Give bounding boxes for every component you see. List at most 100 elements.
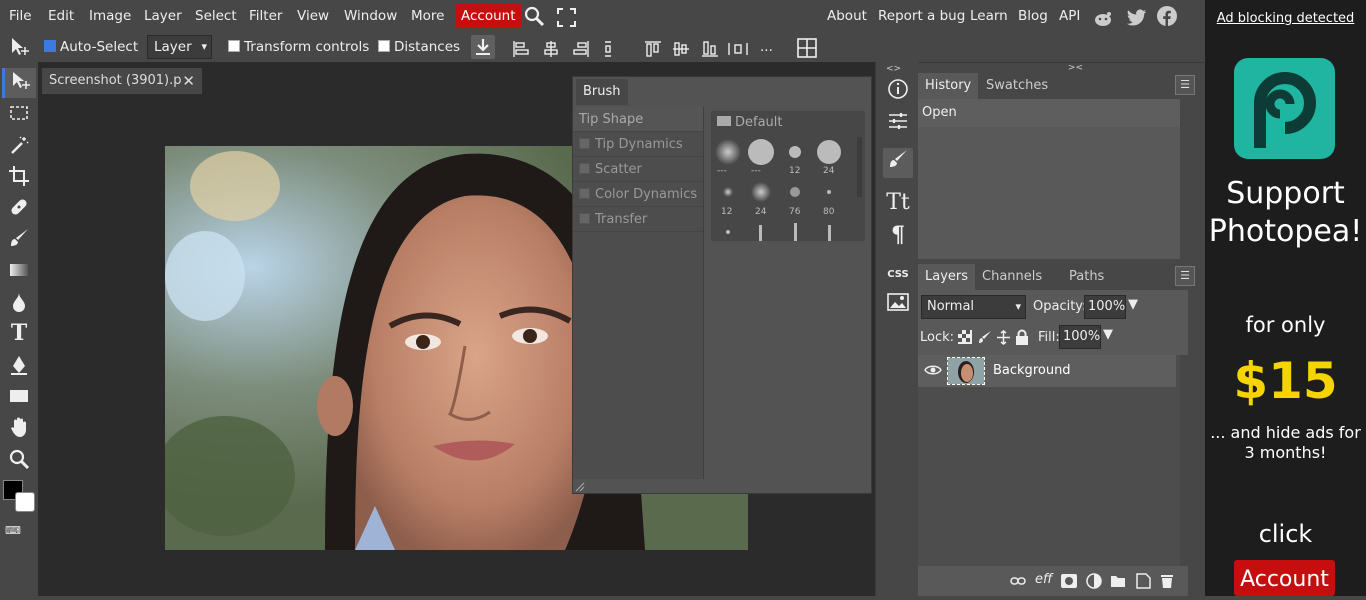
layer-row[interactable]: Background (918, 355, 1176, 387)
menu-filter[interactable]: Filter (249, 0, 282, 32)
menu-file[interactable]: File (9, 0, 32, 32)
delete-layer-icon[interactable] (1160, 573, 1174, 593)
align-bottom-icon[interactable] (701, 39, 719, 57)
tab-swatches[interactable]: Swatches (979, 73, 1055, 99)
search-icon[interactable] (524, 6, 546, 27)
expand-arrows-icon[interactable]: >< (1068, 63, 1083, 73)
tab-channels[interactable]: Channels (975, 264, 1049, 290)
info-icon[interactable] (883, 78, 913, 108)
lock-pixels-icon[interactable] (978, 330, 992, 348)
blur-tool-icon[interactable] (6, 289, 32, 315)
opacity-input[interactable]: 100% (1084, 295, 1126, 319)
brush-tool-icon[interactable] (6, 225, 32, 251)
blend-mode-select[interactable]: Normal ▾ (921, 295, 1026, 319)
facebook-icon[interactable] (1157, 6, 1177, 26)
add-mask-icon[interactable] (1061, 574, 1077, 592)
image-icon[interactable] (883, 292, 913, 322)
marquee-tool-icon[interactable] (6, 100, 32, 126)
fullscreen-icon[interactable] (557, 7, 576, 27)
menu-edit[interactable]: Edit (48, 0, 74, 32)
align-left-icon[interactable] (512, 39, 530, 57)
photopea-logo-icon[interactable] (1234, 58, 1335, 159)
zoom-tool-icon[interactable] (6, 446, 32, 472)
adjustments-icon[interactable] (883, 110, 913, 140)
menu-about[interactable]: About (827, 0, 867, 32)
gradient-tool-icon[interactable] (6, 257, 32, 283)
scrollbar[interactable] (1180, 355, 1188, 566)
menu-report-bug[interactable]: Report a bug (878, 0, 965, 32)
fill-dropdown-icon[interactable]: ▼ (1103, 327, 1113, 342)
opacity-dropdown-icon[interactable]: ▼ (1128, 297, 1138, 312)
distances-checkbox[interactable]: Distances (378, 32, 460, 62)
menu-window[interactable]: Window (344, 0, 397, 32)
close-icon[interactable]: ✕ (182, 68, 195, 94)
rectangle-tool-icon[interactable] (6, 383, 32, 409)
history-item[interactable]: Open (918, 99, 1180, 127)
checkbox-icon[interactable] (579, 213, 590, 224)
brush-tab[interactable]: Brush (576, 79, 628, 105)
grid-icon[interactable] (796, 37, 818, 59)
ad-account-button[interactable]: Account (1234, 560, 1335, 596)
distribute-h-icon[interactable] (602, 39, 620, 57)
new-layer-icon[interactable] (1135, 573, 1151, 593)
tip-shape-item[interactable]: Tip Shape (573, 107, 703, 132)
layer-select[interactable]: Layer ▾ (147, 35, 212, 59)
character-icon[interactable]: Tt (883, 188, 913, 218)
align-right-icon[interactable] (572, 39, 590, 57)
panel-menu-icon[interactable]: ☰ (1175, 75, 1195, 95)
color-dynamics-item[interactable]: Color Dynamics (573, 182, 703, 207)
account-button[interactable]: Account (456, 4, 521, 28)
tab-history[interactable]: History (918, 73, 979, 99)
keyboard-icon[interactable]: ⌨ (5, 524, 21, 537)
fill-input[interactable]: 100% (1059, 325, 1101, 349)
new-folder-icon[interactable] (1110, 574, 1126, 592)
menu-blog[interactable]: Blog (1018, 0, 1048, 32)
tip-dynamics-item[interactable]: Tip Dynamics (573, 132, 703, 157)
reddit-icon[interactable] (1093, 7, 1113, 27)
twitter-icon[interactable] (1126, 7, 1147, 27)
menu-image[interactable]: Image (89, 0, 131, 32)
auto-select-checkbox[interactable]: Auto-Select (44, 32, 138, 62)
brush-panel-icon[interactable] (883, 148, 913, 178)
adjustment-layer-icon[interactable] (1086, 573, 1102, 593)
menu-api[interactable]: API (1059, 0, 1080, 32)
type-tool-icon[interactable]: T (6, 320, 32, 346)
menu-layer[interactable]: Layer (144, 0, 182, 32)
effects-button[interactable]: eff (1035, 572, 1052, 587)
align-middle-v-icon[interactable] (672, 39, 690, 57)
collapse-arrows-icon[interactable]: <> (886, 64, 901, 74)
hand-tool-icon[interactable] (6, 414, 32, 440)
transfer-item[interactable]: Transfer (573, 207, 703, 232)
tab-paths[interactable]: Paths (1062, 264, 1111, 290)
link-layers-icon[interactable] (1010, 575, 1026, 591)
folder-default[interactable]: Default (717, 115, 783, 130)
paragraph-icon[interactable]: ¶ (883, 220, 913, 250)
document-tab[interactable]: Screenshot (3901).p ✕ (42, 68, 202, 94)
scatter-item[interactable]: Scatter (573, 157, 703, 182)
magic-wand-icon[interactable] (6, 132, 32, 158)
lock-all-icon[interactable] (1015, 329, 1029, 349)
eye-icon[interactable] (924, 363, 942, 381)
checkbox-icon[interactable] (579, 138, 590, 149)
align-top-icon[interactable] (644, 39, 662, 57)
menu-learn[interactable]: Learn (970, 0, 1008, 32)
checkbox-icon[interactable] (579, 163, 590, 174)
menu-select[interactable]: Select (195, 0, 237, 32)
adblock-link[interactable]: Ad blocking detected (1205, 10, 1366, 32)
tab-layers[interactable]: Layers (918, 264, 976, 290)
more-options-button[interactable]: ... (760, 32, 773, 62)
crop-icon[interactable] (6, 163, 32, 189)
panel-menu-icon[interactable]: ☰ (1175, 266, 1195, 286)
menu-view[interactable]: View (297, 0, 329, 32)
resize-handle-icon[interactable] (575, 481, 585, 492)
checkbox-icon[interactable] (579, 188, 590, 199)
download-icon[interactable] (471, 35, 495, 59)
distribute-v-icon[interactable] (727, 39, 749, 57)
menu-more[interactable]: More (411, 0, 444, 32)
align-center-h-icon[interactable] (542, 39, 560, 57)
background-color-swatch[interactable] (15, 492, 35, 512)
lock-position-icon[interactable] (996, 330, 1011, 349)
pen-tool-icon[interactable] (6, 352, 32, 378)
lock-transparency-icon[interactable] (958, 330, 972, 348)
move-tool-icon[interactable] (2, 68, 36, 98)
